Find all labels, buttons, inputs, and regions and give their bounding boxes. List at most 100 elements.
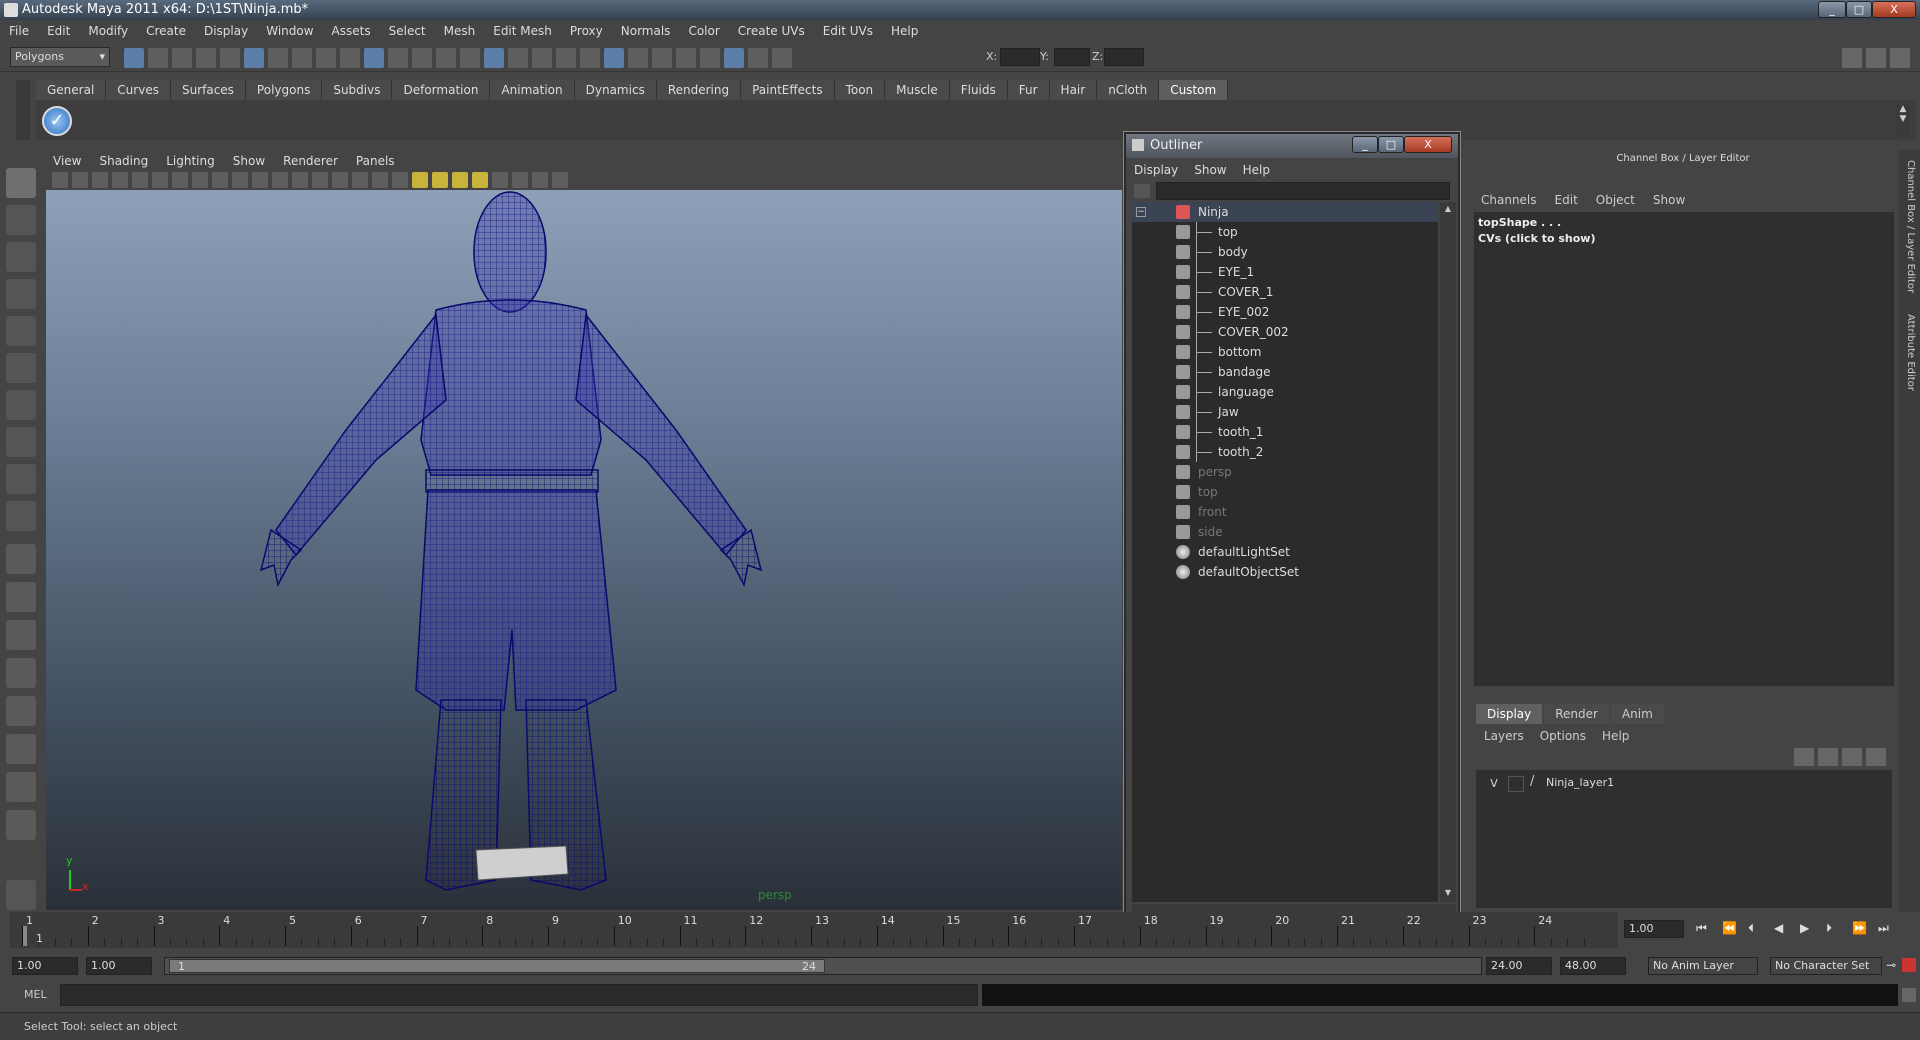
soft-mod-tool-icon[interactable] xyxy=(6,427,36,457)
menu-help[interactable]: Help xyxy=(882,24,927,38)
menu-edit-mesh[interactable]: Edit Mesh xyxy=(484,24,561,38)
status-tool-icon[interactable] xyxy=(556,48,576,68)
preferences-icon[interactable] xyxy=(1902,958,1916,972)
status-tool-icon[interactable] xyxy=(196,48,216,68)
filter-icon[interactable] xyxy=(1134,184,1150,198)
mode-selector[interactable]: Polygons ▾ xyxy=(10,47,110,67)
outliner-item[interactable]: top xyxy=(1132,482,1438,502)
viewport-tool-icon[interactable] xyxy=(292,172,308,188)
paint-select-tool-icon[interactable] xyxy=(6,242,36,272)
menu-create[interactable]: Create xyxy=(137,24,195,38)
viewport-menu-panels[interactable]: Panels xyxy=(347,152,404,170)
shelf-tab-painteffects[interactable]: PaintEffects xyxy=(741,80,835,100)
viewport-tool-icon[interactable] xyxy=(532,172,548,188)
y-input[interactable] xyxy=(1054,48,1090,66)
current-time-indicator[interactable] xyxy=(23,926,27,946)
toggle-attribute-editor-icon[interactable] xyxy=(1890,48,1910,68)
shelf-tab-subdivs[interactable]: Subdivs xyxy=(322,80,393,100)
close-button[interactable]: X xyxy=(1872,1,1916,18)
viewport-menu-renderer[interactable]: Renderer xyxy=(274,152,347,170)
menu-select[interactable]: Select xyxy=(380,24,435,38)
outliner-close-button[interactable]: X xyxy=(1404,136,1452,153)
play-backwards-icon[interactable]: ◀ xyxy=(1774,921,1783,935)
viewport-tool-icon[interactable] xyxy=(392,172,408,188)
outliner-item[interactable]: tooth_2 xyxy=(1132,442,1438,462)
manipulator-tool-icon[interactable] xyxy=(6,390,36,420)
shelf-tab-deformation[interactable]: Deformation xyxy=(392,80,491,100)
toggle-channelbox-icon[interactable] xyxy=(1842,48,1862,68)
step-back-frame-icon[interactable]: ⏪ xyxy=(1722,921,1737,935)
status-tool-icon[interactable] xyxy=(460,48,480,68)
shelf-tab-curves[interactable]: Curves xyxy=(106,80,171,100)
lasso-tool-icon[interactable] xyxy=(6,205,36,235)
viewport-tool-icon[interactable] xyxy=(512,172,528,188)
x-input[interactable] xyxy=(1000,48,1040,66)
end-time-field[interactable]: 48.00 xyxy=(1560,957,1626,975)
scroll-up-icon[interactable]: ▲ xyxy=(1442,204,1454,216)
layer-tab-display[interactable]: Display xyxy=(1476,704,1543,724)
outliner-item[interactable]: top xyxy=(1132,222,1438,242)
status-tool-icon[interactable] xyxy=(364,48,384,68)
step-forward-frame-icon[interactable]: ⏩ xyxy=(1852,921,1867,935)
outliner-item[interactable]: EYE_1 xyxy=(1132,262,1438,282)
step-forward-key-icon[interactable]: ⏵ xyxy=(1826,921,1832,936)
viewport-tool-icon[interactable] xyxy=(352,172,368,188)
status-tool-icon[interactable] xyxy=(772,48,792,68)
cvs-click-to-show[interactable]: CVs (click to show) xyxy=(1478,232,1596,245)
hypershade-layout-icon[interactable] xyxy=(6,696,36,726)
shelf-menu-icon[interactable] xyxy=(16,80,30,140)
z-input[interactable] xyxy=(1104,48,1144,66)
outliner-menu-show[interactable]: Show xyxy=(1186,160,1234,180)
status-tool-icon[interactable] xyxy=(628,48,648,68)
play-forwards-icon[interactable]: ▶ xyxy=(1800,921,1809,935)
range-slider[interactable]: 1 24 xyxy=(164,957,1482,975)
viewport-menu-view[interactable]: View xyxy=(44,152,90,170)
scroll-down-icon[interactable]: ▼ xyxy=(1442,888,1454,900)
outliner-item[interactable]: side xyxy=(1132,522,1438,542)
playback-end-field[interactable]: 24.00 xyxy=(1486,957,1552,975)
outliner-vertical-scrollbar[interactable]: ▲ ▼ xyxy=(1440,202,1456,902)
brush-tool-icon[interactable] xyxy=(6,880,36,910)
layer-tab-render[interactable]: Render xyxy=(1544,704,1609,724)
character-set-selector[interactable]: No Character Set xyxy=(1770,957,1882,975)
status-tool-icon[interactable] xyxy=(292,48,312,68)
shelf-tab-fur[interactable]: Fur xyxy=(1007,80,1050,100)
status-tool-icon[interactable] xyxy=(172,48,192,68)
status-tool-icon[interactable] xyxy=(124,48,144,68)
viewport-tool-icon[interactable] xyxy=(192,172,208,188)
collapse-toggle-icon[interactable]: − xyxy=(1136,207,1146,217)
outliner-item[interactable]: COVER_1 xyxy=(1132,282,1438,302)
layer-up-icon[interactable] xyxy=(1794,748,1814,766)
shelf-tab-rendering[interactable]: Rendering xyxy=(656,80,742,100)
viewport-tool-icon[interactable] xyxy=(272,172,288,188)
toggle-tool-settings-icon[interactable] xyxy=(1866,48,1886,68)
menu-color[interactable]: Color xyxy=(679,24,728,38)
rotate-tool-icon[interactable] xyxy=(6,316,36,346)
shelf-tab-toon[interactable]: Toon xyxy=(834,80,886,100)
current-frame-field[interactable]: 1.00 xyxy=(1624,920,1684,938)
persp-outliner-layout-icon[interactable] xyxy=(6,734,36,764)
status-tool-icon[interactable] xyxy=(268,48,288,68)
outliner-item[interactable]: tooth_1 xyxy=(1132,422,1438,442)
viewport-tool-icon[interactable] xyxy=(212,172,228,188)
outliner-item[interactable]: EYE_002 xyxy=(1132,302,1438,322)
status-tool-icon[interactable] xyxy=(652,48,672,68)
outliner-item[interactable]: bottom xyxy=(1132,342,1438,362)
status-tool-icon[interactable] xyxy=(436,48,456,68)
go-to-start-icon[interactable]: ⏮ xyxy=(1696,921,1707,936)
menu-file[interactable]: File xyxy=(0,24,38,38)
shelf-tab-general[interactable]: General xyxy=(36,80,107,100)
shelf-tab-fluids[interactable]: Fluids xyxy=(949,80,1008,100)
viewport-tool-icon[interactable] xyxy=(332,172,348,188)
shelf-tab-animation[interactable]: Animation xyxy=(490,80,575,100)
viewport-menu-lighting[interactable]: Lighting xyxy=(157,152,224,170)
channel-menu-edit[interactable]: Edit xyxy=(1546,190,1587,210)
maximize-button[interactable]: □ xyxy=(1846,1,1872,18)
viewport-tool-icon[interactable] xyxy=(252,172,268,188)
status-tool-icon[interactable] xyxy=(316,48,336,68)
shelf-tab-polygons[interactable]: Polygons xyxy=(245,80,323,100)
playback-start-field[interactable]: 1.00 xyxy=(86,957,152,975)
viewport-tool-icon[interactable] xyxy=(172,172,188,188)
outliner-item[interactable]: persp xyxy=(1132,462,1438,482)
status-tool-icon[interactable] xyxy=(388,48,408,68)
